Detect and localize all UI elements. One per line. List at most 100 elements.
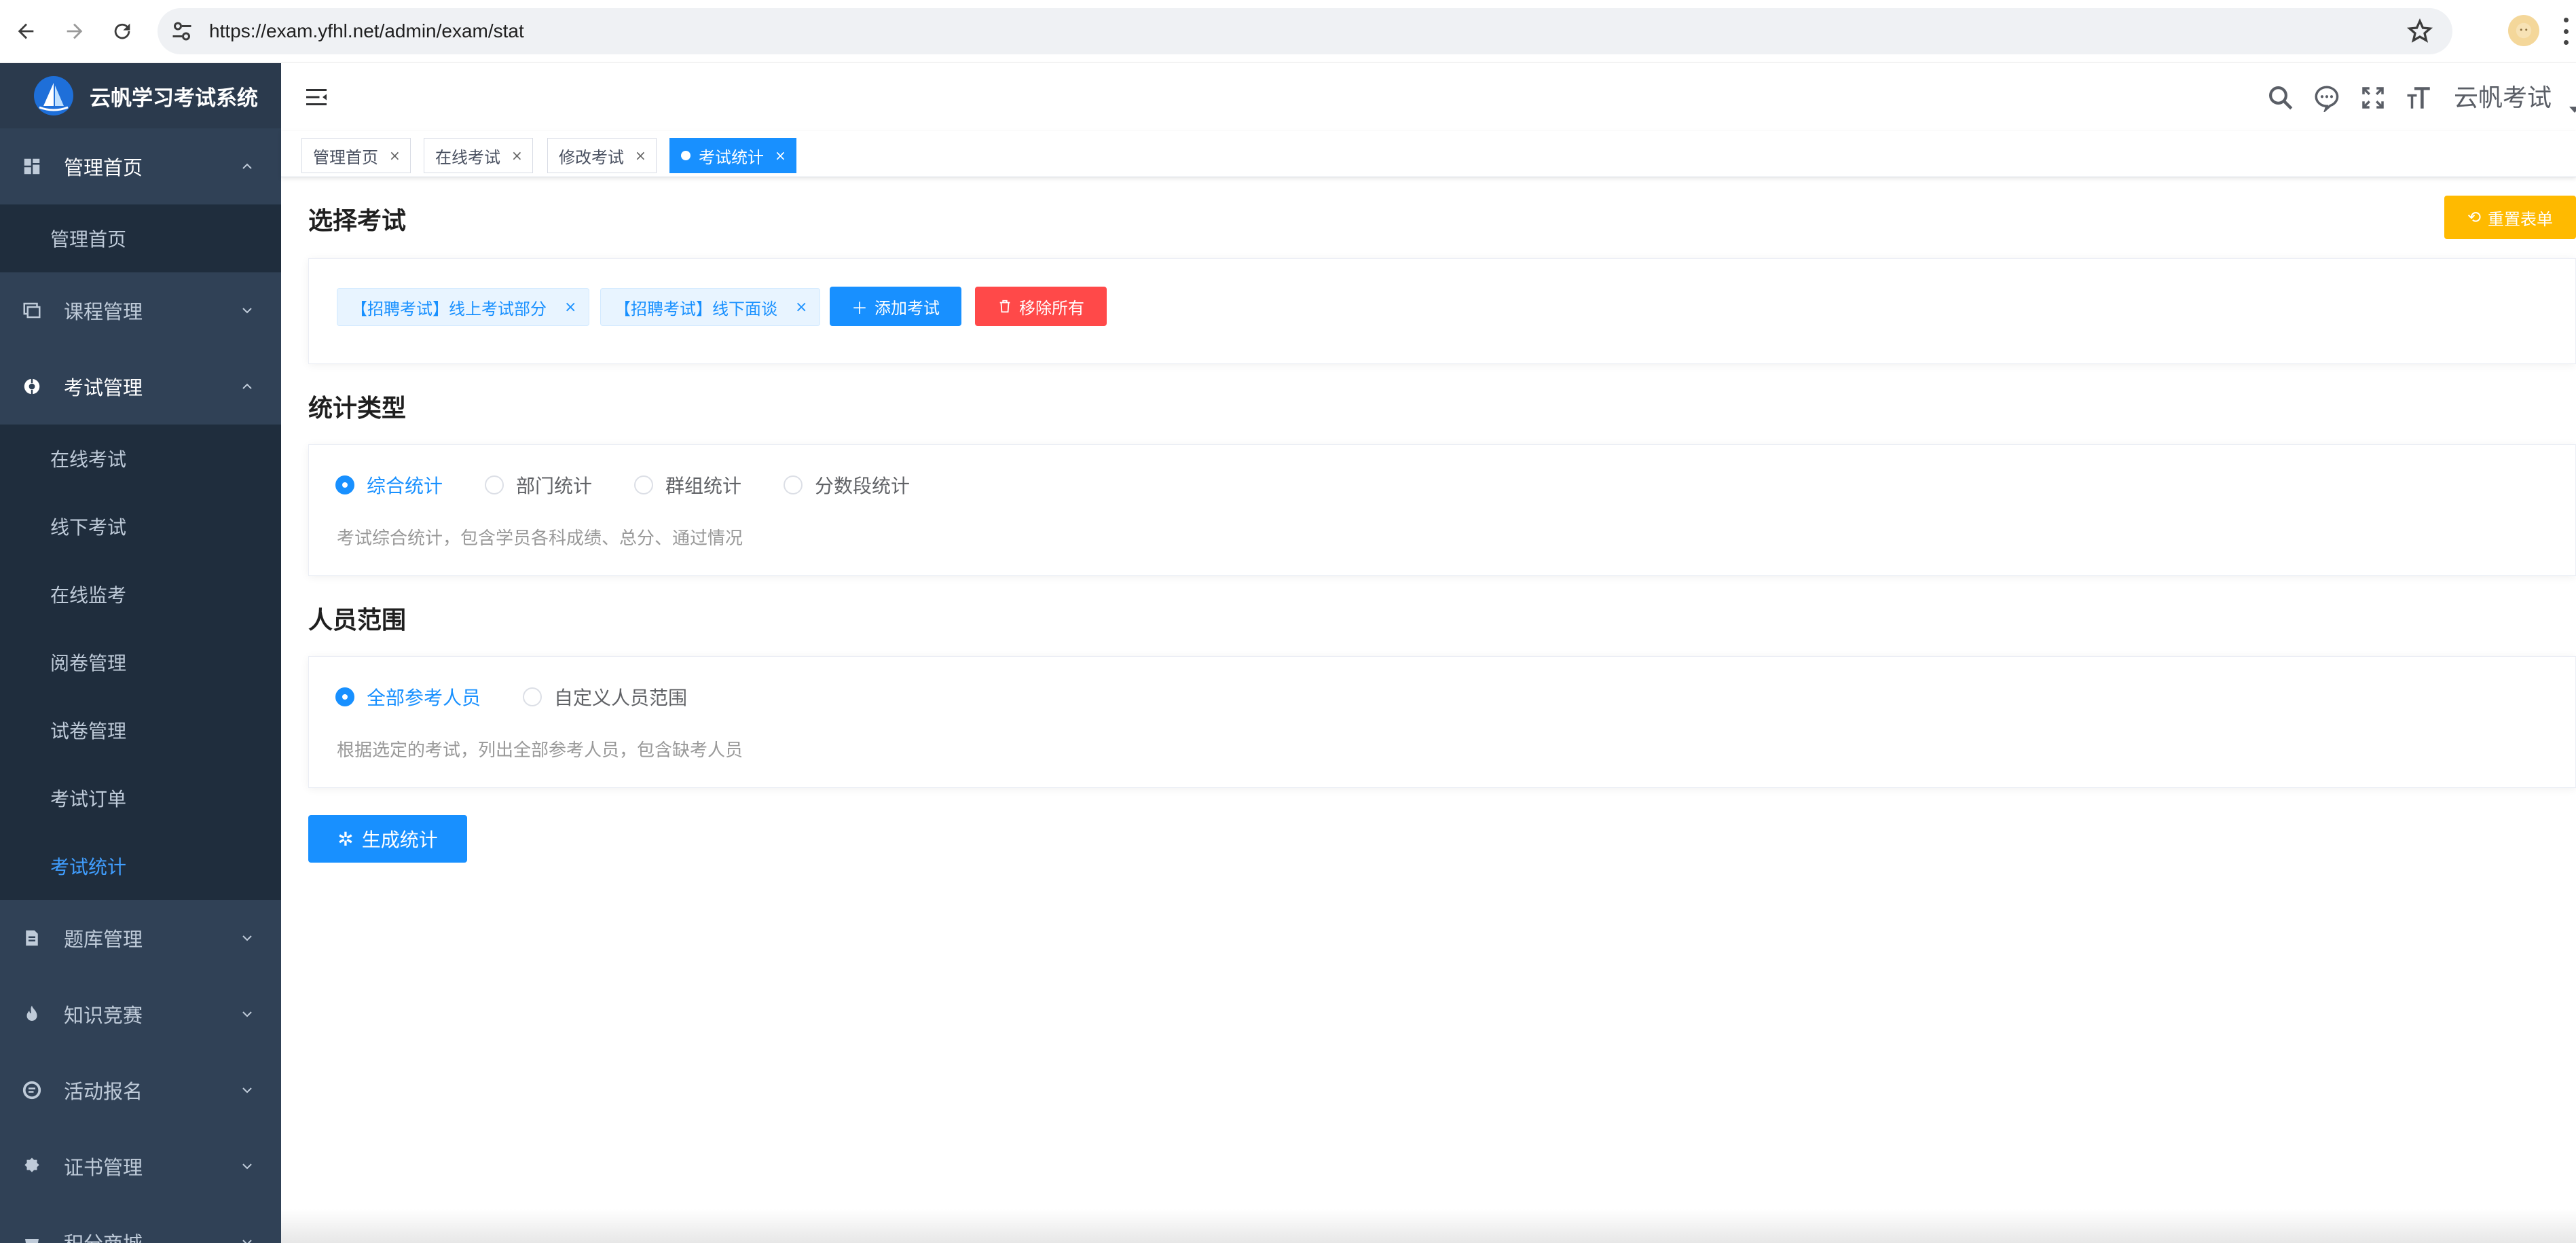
menu-dashboard[interactable]: 管理首页	[0, 128, 281, 204]
question-bank-icon	[22, 928, 42, 948]
profile-avatar[interactable]	[2508, 15, 2539, 46]
dashboard-icon	[22, 156, 42, 177]
tag-label: 在线考试	[435, 147, 500, 167]
menu-label: 管理首页	[64, 156, 143, 179]
radio-checked-icon	[335, 475, 354, 494]
chevron-down-icon	[242, 1011, 252, 1017]
arrow-left-icon	[18, 23, 34, 39]
radio-unchecked-icon	[523, 687, 542, 706]
tag-online-exam[interactable]: 在线考试 ×	[424, 138, 533, 173]
bookmark-star-icon[interactable]	[2406, 18, 2433, 45]
section-title-stat-type: 统计类型	[308, 395, 407, 422]
tag-label: 管理首页	[313, 147, 378, 167]
submenu-item-papers[interactable]: 试卷管理	[0, 696, 281, 764]
address-bar[interactable]: https://exam.yfhl.net/admin/exam/stat	[158, 8, 2452, 54]
submenu-item-online-exam[interactable]: 在线考试	[0, 425, 281, 492]
radio-checked-icon	[335, 687, 354, 706]
course-icon	[22, 300, 42, 321]
font-size-icon[interactable]	[2405, 84, 2433, 112]
avatar-icon	[2516, 22, 2532, 39]
close-icon[interactable]: ×	[795, 299, 807, 316]
close-icon[interactable]: ×	[389, 147, 401, 164]
tag-label: 考试统计	[699, 147, 764, 167]
stat-type-card	[308, 444, 2576, 576]
remove-all-button[interactable]: 移除所有	[975, 287, 1107, 326]
magic-wand-icon: ✲	[337, 827, 354, 850]
browser-menu-icon[interactable]	[2561, 18, 2571, 45]
radio-custom-scope[interactable]: 自定义人员范围	[523, 683, 687, 710]
menu-contest[interactable]: 知识竞赛	[0, 976, 281, 1052]
chevron-up-icon	[242, 163, 252, 169]
certificate-icon	[22, 1156, 42, 1176]
scope-card	[308, 656, 2576, 788]
logo-text: 云帆学习考试系统	[90, 86, 258, 111]
tag-edit-exam[interactable]: 修改考试 ×	[547, 138, 657, 173]
radio-unchecked-icon	[634, 475, 653, 494]
chevron-down-icon	[242, 308, 252, 314]
site-settings-icon[interactable]	[170, 19, 194, 43]
radio-group-stat[interactable]: 群组统计	[634, 471, 741, 499]
bottom-shadow	[281, 1209, 2576, 1243]
arrow-right-icon	[67, 23, 83, 39]
flame-icon	[22, 1004, 42, 1024]
submenu-item-exam-stat[interactable]: 考试统计	[0, 832, 281, 900]
reload-button[interactable]	[106, 15, 139, 48]
chevron-down-icon	[242, 935, 252, 941]
fullscreen-icon[interactable]	[2359, 84, 2387, 112]
radio-overall-stat[interactable]: 综合统计	[335, 471, 443, 499]
selected-exam-tag: 【招聘考试】线下面谈 ×	[600, 288, 821, 326]
menu-shop[interactable]: 积分商城	[0, 1204, 281, 1243]
back-button[interactable]	[10, 15, 42, 48]
message-icon[interactable]	[2313, 84, 2341, 112]
menu-certificate[interactable]: 证书管理	[0, 1128, 281, 1204]
radio-unchecked-icon	[485, 475, 504, 494]
sidebar-toggle-icon[interactable]	[304, 85, 329, 109]
url-text: https://exam.yfhl.net/admin/exam/stat	[209, 20, 524, 41]
tag-label: 修改考试	[559, 147, 624, 167]
exam-icon	[22, 376, 42, 397]
generate-stat-label: 生成统计	[361, 829, 438, 851]
generate-stat-button[interactable]: ✲ 生成统计	[308, 815, 467, 863]
add-exam-label: 添加考试	[875, 298, 940, 318]
submenu-item-proctoring[interactable]: 在线监考	[0, 560, 281, 628]
selected-exam-tag: 【招聘考试】线上考试部分 ×	[337, 288, 590, 326]
exam-tag-label: 【招聘考试】线下面谈	[614, 299, 777, 319]
user-menu[interactable]: 云帆考试	[2454, 84, 2552, 113]
chevron-down-icon	[242, 1087, 252, 1094]
tags-view: 管理首页 × 在线考试 × 修改考试 × 考试统计 ×	[281, 131, 2576, 177]
menu-label: 活动报名	[64, 1080, 143, 1103]
menu-exam[interactable]: 考试管理	[0, 348, 281, 425]
radio-score-range-stat[interactable]: 分数段统计	[784, 471, 910, 499]
menu-label: 考试管理	[64, 376, 143, 399]
tag-exam-stat[interactable]: 考试统计 ×	[669, 138, 796, 173]
logo[interactable]: 云帆学习考试系统	[0, 63, 281, 128]
radio-all-participants[interactable]: 全部参考人员	[335, 683, 481, 710]
active-dot-icon	[681, 151, 691, 160]
reset-form-button[interactable]: ⟲ 重置表单	[2444, 196, 2576, 239]
submenu-item-offline-exam[interactable]: 线下考试	[0, 492, 281, 560]
submenu-exam: 在线考试 线下考试 在线监考 阅卷管理 试卷管理 考试订单 考试统计	[0, 425, 281, 900]
menu-question-bank[interactable]: 题库管理	[0, 900, 281, 976]
add-exam-button[interactable]: ＋ 添加考试	[830, 287, 961, 326]
close-icon[interactable]: ×	[775, 147, 786, 164]
menu-activity[interactable]: 活动报名	[0, 1052, 281, 1128]
forward-button[interactable]	[58, 15, 91, 48]
close-icon[interactable]: ×	[511, 147, 523, 164]
tag-dashboard[interactable]: 管理首页 ×	[301, 138, 411, 173]
submenu-dashboard: 管理首页	[0, 204, 281, 272]
chevron-up-icon	[242, 383, 252, 389]
submenu-item-orders[interactable]: 考试订单	[0, 764, 281, 832]
browser-toolbar: https://exam.yfhl.net/admin/exam/stat	[0, 0, 2576, 62]
remove-all-label: 移除所有	[1019, 298, 1084, 318]
top-header: 云帆考试	[281, 63, 2576, 131]
search-icon[interactable]	[2266, 84, 2295, 112]
submenu-item-grading[interactable]: 阅卷管理	[0, 628, 281, 696]
close-icon[interactable]: ×	[564, 299, 576, 316]
submenu-item-dashboard-home[interactable]: 管理首页	[0, 204, 281, 272]
radio-label: 群组统计	[665, 475, 742, 497]
radio-label: 综合统计	[367, 475, 443, 497]
menu-course[interactable]: 课程管理	[0, 272, 281, 348]
close-icon[interactable]: ×	[635, 147, 646, 164]
radio-department-stat[interactable]: 部门统计	[485, 471, 592, 499]
scope-description: 根据选定的考试，列出全部参考人员，包含缺考人员	[337, 740, 743, 761]
